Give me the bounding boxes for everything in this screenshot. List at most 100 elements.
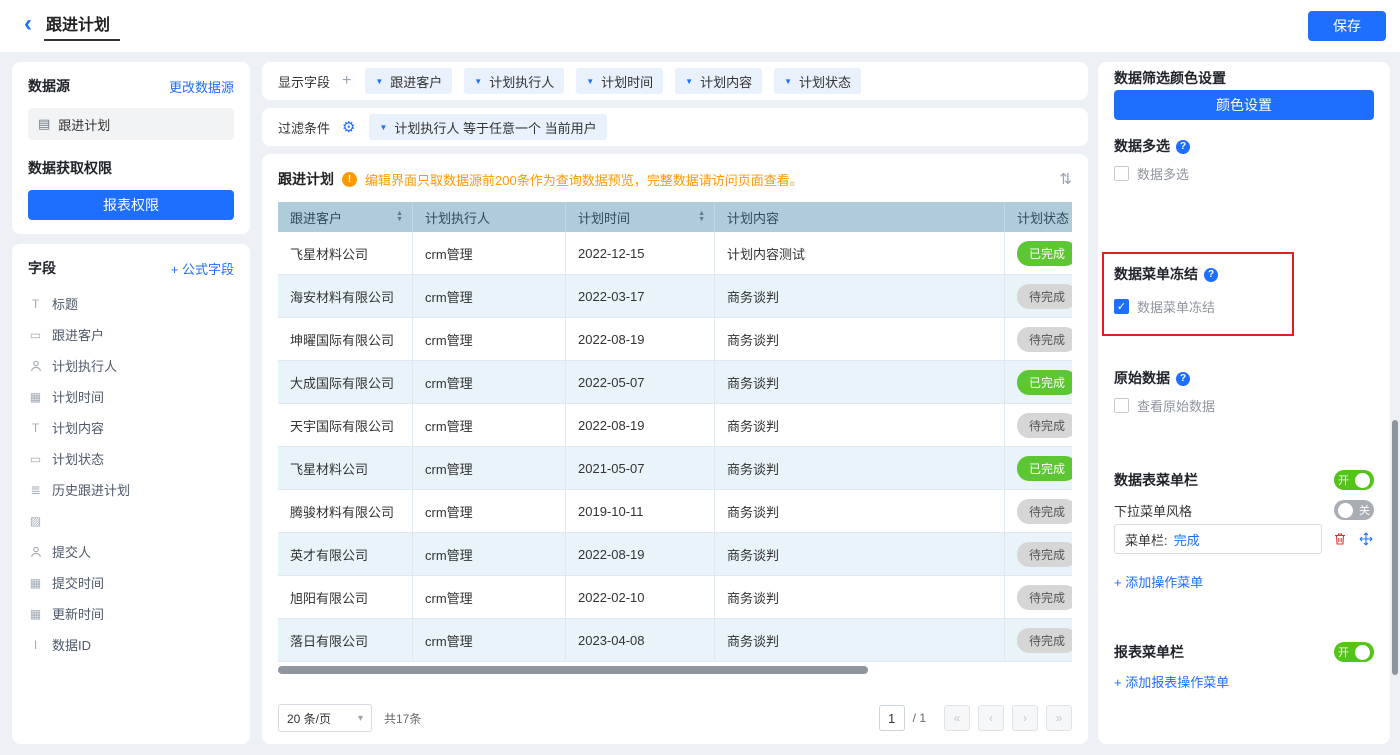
menu-item-row: 菜单栏: 完成	[1114, 524, 1374, 554]
horizontal-scrollbar-thumb[interactable]	[278, 666, 868, 674]
fields-heading: 字段	[28, 258, 56, 278]
menu-item-value[interactable]: 完成	[1174, 530, 1200, 549]
dropdown-style-toggle[interactable]: 关	[1334, 500, 1374, 520]
table-menu-toggle[interactable]: 开	[1334, 470, 1374, 490]
table-title: 跟进计划	[278, 169, 334, 189]
checkbox-unchecked[interactable]	[1114, 398, 1129, 413]
horizontal-scrollbar[interactable]	[278, 666, 1072, 674]
table-row[interactable]: 大成国际有限公司crm管理2022-05-07商务谈判已完成	[278, 361, 1072, 404]
chevron-down-icon: ▼	[784, 77, 792, 86]
topbar: ‹ 跟进计划 保存	[0, 0, 1400, 52]
field-item[interactable]: ▦计划时间	[28, 381, 234, 412]
prev-page-button[interactable]: ‹	[978, 705, 1004, 731]
warning-icon: !	[342, 172, 357, 187]
chevron-down-icon: ▼	[474, 77, 482, 86]
pagination: 20 条/页 ▾ 共17条 1 / 1 « ‹ › »	[278, 704, 1072, 732]
fields-panel: 字段 + 公式字段 T标题 ▭跟进客户 计划执行人 ▦计划时间 T计划内容 ▭计…	[12, 244, 250, 744]
filter-settings-gear-icon[interactable]: ⚙	[342, 118, 355, 136]
back-icon[interactable]: ‹	[24, 12, 32, 36]
input-icon: ▭	[28, 328, 43, 342]
current-page-input[interactable]: 1	[879, 705, 905, 731]
status-badge: 待完成	[1017, 542, 1072, 567]
checkbox-unchecked[interactable]	[1114, 166, 1129, 181]
delete-icon[interactable]	[1332, 531, 1348, 547]
field-item[interactable]: I数据ID	[28, 629, 234, 660]
add-report-menu-link[interactable]: + 添加报表操作菜单	[1114, 672, 1374, 691]
column-header-content[interactable]: 计划内容	[715, 202, 1005, 232]
column-header-status[interactable]: 计划状态	[1005, 202, 1072, 232]
table-row[interactable]: 飞星材料公司crm管理2022-12-15计划内容测试已完成	[278, 232, 1072, 275]
column-header-time[interactable]: 计划时间▲▼	[566, 202, 715, 232]
dropdown-style-row: 下拉菜单风格 关	[1114, 500, 1374, 520]
add-display-field-button[interactable]: +	[342, 72, 351, 90]
column-header-executor[interactable]: 计划执行人	[413, 202, 566, 232]
raw-data-heading: 原始数据?	[1114, 368, 1374, 388]
status-badge: 待完成	[1017, 585, 1072, 610]
table-row[interactable]: 天宇国际有限公司crm管理2022-08-19商务谈判待完成	[278, 404, 1072, 447]
raw-data-option[interactable]: 查看原始数据	[1114, 396, 1374, 415]
sort-settings-icon[interactable]: ⇅	[1059, 170, 1072, 188]
help-icon[interactable]: ?	[1204, 268, 1218, 282]
table-row[interactable]: 海安材料有限公司crm管理2022-03-17商务谈判待完成	[278, 275, 1072, 318]
date-icon: ▦	[28, 576, 43, 590]
field-item[interactable]: T标题	[28, 288, 234, 319]
menu-freeze-option[interactable]: ✓ 数据菜单冻结	[1114, 297, 1374, 316]
field-item[interactable]: ▨	[28, 505, 234, 536]
last-page-button[interactable]: »	[1046, 705, 1072, 731]
page-title[interactable]: 跟进计划	[44, 11, 120, 41]
datasource-item[interactable]: ▤ 跟进计划	[28, 108, 234, 140]
title-icon: T	[28, 297, 43, 311]
table-row[interactable]: 坤曜国际有限公司crm管理2022-08-19商务谈判待完成	[278, 318, 1072, 361]
sort-icon[interactable]: ▲▼	[698, 211, 705, 223]
field-item[interactable]: ▭计划状态	[28, 443, 234, 474]
change-datasource-link[interactable]: 更改数据源	[169, 77, 234, 96]
next-page-button[interactable]: ›	[1012, 705, 1038, 731]
filter-condition-chip[interactable]: ▼计划执行人 等于任意一个 当前用户	[369, 114, 606, 140]
move-icon[interactable]	[1358, 531, 1374, 547]
table-row[interactable]: 落日有限公司crm管理2023-04-08商务谈判待完成	[278, 619, 1072, 662]
multi-select-option[interactable]: 数据多选	[1114, 164, 1374, 183]
display-field-chip[interactable]: ▼计划状态	[774, 68, 861, 94]
table-row[interactable]: 英才有限公司crm管理2022-08-19商务谈判待完成	[278, 533, 1072, 576]
help-icon[interactable]: ?	[1176, 372, 1190, 386]
field-item[interactable]: ▭跟进客户	[28, 319, 234, 350]
menu-freeze-heading: 数据菜单冻结?	[1114, 264, 1374, 284]
permission-heading: 数据获取权限	[28, 158, 234, 178]
column-header-customer[interactable]: 跟进客户▲▼	[278, 202, 413, 232]
display-field-chip[interactable]: ▼跟进客户	[365, 68, 452, 94]
page-total: / 1	[913, 711, 926, 725]
first-page-button[interactable]: «	[944, 705, 970, 731]
report-permission-button[interactable]: 报表权限	[28, 190, 234, 220]
color-settings-button[interactable]: 颜色设置	[1114, 90, 1374, 120]
table-row[interactable]: 飞星材料公司crm管理2021-05-07商务谈判已完成	[278, 447, 1072, 490]
report-menu-toggle[interactable]: 开	[1334, 642, 1374, 662]
chevron-down-icon: ▾	[358, 713, 363, 724]
table-header: 跟进客户▲▼ 计划执行人 计划时间▲▼ 计划内容 计划状态	[278, 202, 1072, 232]
menu-item-input[interactable]: 菜单栏: 完成	[1114, 524, 1322, 554]
field-item[interactable]: ≣历史跟进计划	[28, 474, 234, 505]
vertical-scrollbar[interactable]	[1392, 420, 1398, 675]
page-size-select[interactable]: 20 条/页 ▾	[278, 704, 372, 732]
field-item[interactable]: 提交人	[28, 536, 234, 567]
field-item[interactable]: 计划执行人	[28, 350, 234, 381]
help-icon[interactable]: ?	[1176, 140, 1190, 154]
table-row[interactable]: 腾骏材料有限公司crm管理2019-10-11商务谈判待完成	[278, 490, 1072, 533]
display-field-chip[interactable]: ▼计划执行人	[464, 68, 564, 94]
preview-notice: 编辑界面只取数据源前200条作为查询数据预览，完整数据请访问页面查看。	[365, 170, 803, 189]
display-field-chip[interactable]: ▼计划时间	[576, 68, 663, 94]
checkbox-checked[interactable]: ✓	[1114, 299, 1129, 314]
toggle-knob	[1338, 503, 1353, 518]
chevron-down-icon: ▼	[586, 77, 594, 86]
table-row[interactable]: 旭阳有限公司crm管理2022-02-10商务谈判待完成	[278, 576, 1072, 619]
report-menu-row: 报表菜单栏 开	[1114, 642, 1374, 662]
id-icon: I	[28, 638, 43, 652]
add-action-menu-link[interactable]: + 添加操作菜单	[1114, 572, 1374, 591]
chevron-down-icon: ▼	[685, 77, 693, 86]
save-button[interactable]: 保存	[1308, 11, 1386, 41]
display-field-chip[interactable]: ▼计划内容	[675, 68, 762, 94]
sort-icon[interactable]: ▲▼	[396, 211, 403, 223]
field-item[interactable]: ▦更新时间	[28, 598, 234, 629]
add-formula-field-link[interactable]: + 公式字段	[171, 259, 234, 278]
field-item[interactable]: T计划内容	[28, 412, 234, 443]
field-item[interactable]: ▦提交时间	[28, 567, 234, 598]
